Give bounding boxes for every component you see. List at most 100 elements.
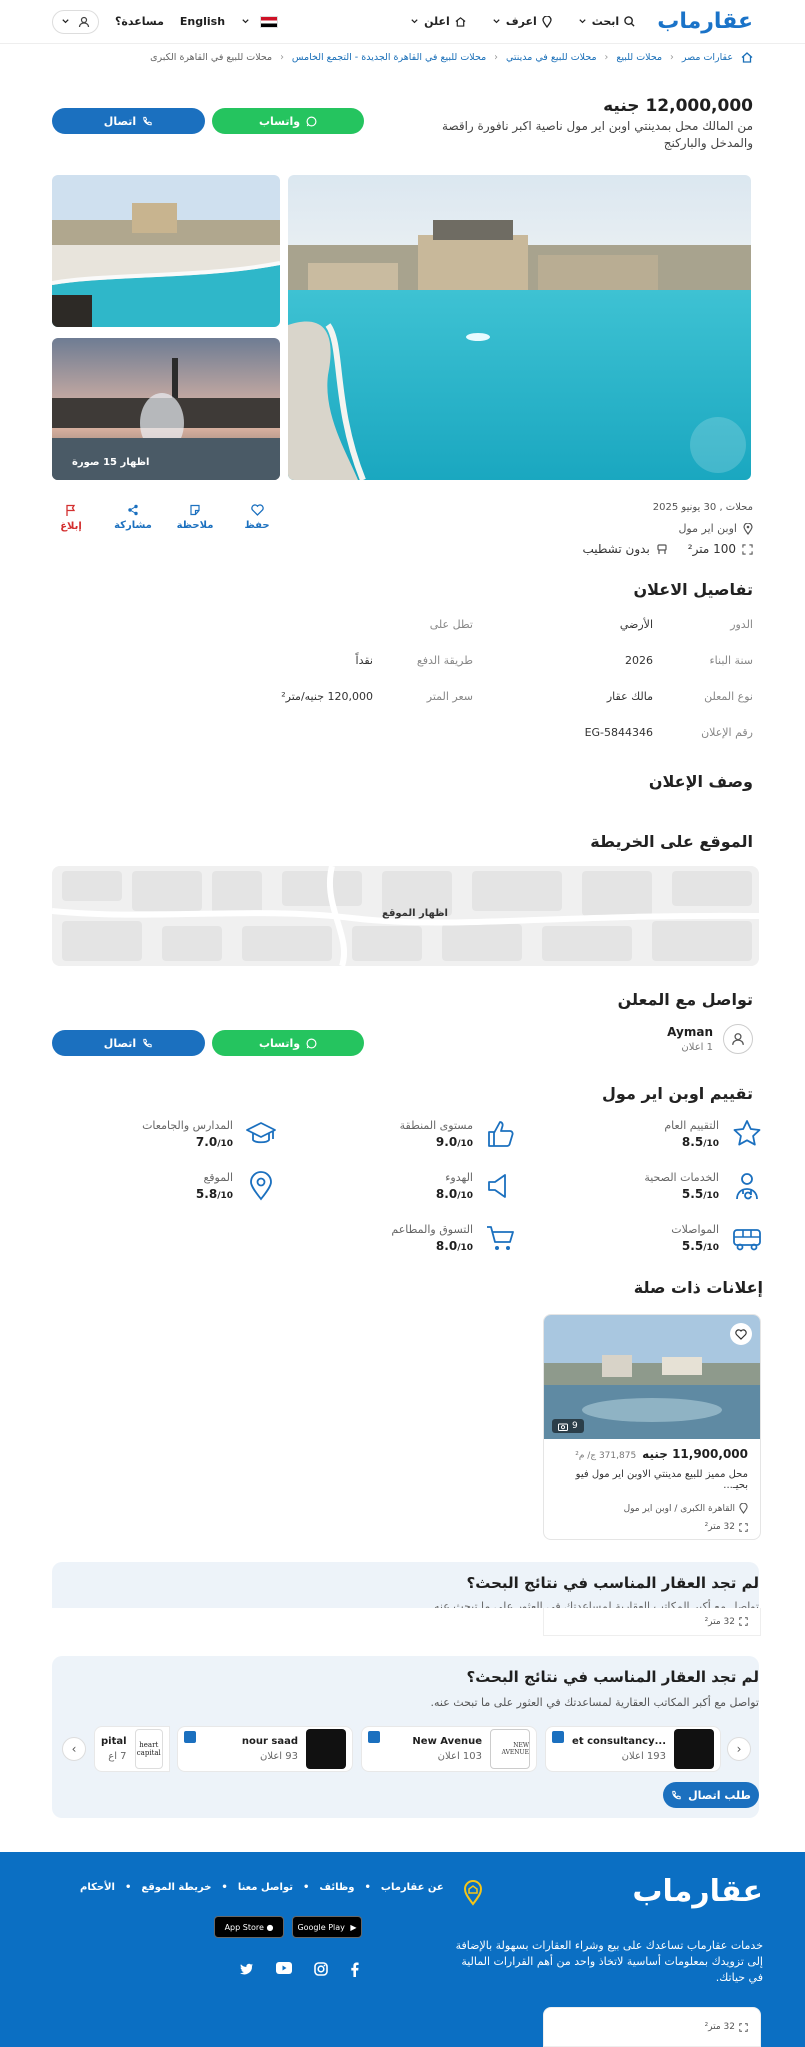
- area-icon: [739, 1617, 748, 1626]
- language-switch[interactable]: English: [180, 15, 225, 28]
- twitter-icon[interactable]: [240, 1962, 254, 1976]
- doctor-icon: [736, 1173, 758, 1200]
- contact-whatsapp-button[interactable]: واتساب: [212, 1030, 364, 1056]
- call-label: اتصال: [103, 114, 137, 128]
- agency-card[interactable]: heart capital pital 7 اع: [94, 1726, 170, 1772]
- details-row: سنة البناء 2026 طريقة الدفع نقداً: [193, 654, 753, 667]
- graduation-cap-icon: [246, 1122, 276, 1144]
- footer-link[interactable]: وظائف: [319, 1882, 354, 1893]
- nav-learn[interactable]: اعرف: [492, 15, 552, 28]
- call-button[interactable]: اتصال: [52, 108, 205, 134]
- breadcrumb-item[interactable]: محلات للبيع: [616, 52, 662, 63]
- carousel-next-button[interactable]: ›: [727, 1737, 751, 1761]
- details-row: نوع المعلن مالك عقار سعر المتر 120,000 ج…: [193, 690, 753, 703]
- carousel-prev-button[interactable]: ‹: [62, 1737, 86, 1761]
- agency-name: pital: [101, 1736, 127, 1747]
- agency-card[interactable]: nour saad 93 اعلان: [177, 1726, 353, 1772]
- checkbox-checked-icon[interactable]: [184, 1731, 196, 1743]
- rating-label: المواصلات: [671, 1223, 719, 1236]
- checkbox-checked-icon[interactable]: [552, 1731, 564, 1743]
- favorite-button[interactable]: [730, 1323, 752, 1345]
- description-heading: وصف الإعلان: [648, 772, 753, 791]
- footer-logo[interactable]: عقارماب: [632, 1874, 763, 1909]
- breadcrumb-item[interactable]: عقارات مصر: [682, 52, 733, 63]
- rating-score: 5.8/10: [196, 1187, 233, 1201]
- rating-score: 5.5/10: [671, 1239, 719, 1253]
- google-play-badge[interactable]: ▶ Google Play: [292, 1916, 362, 1938]
- detail-value: 2026: [625, 654, 653, 667]
- site-footer: عقارماب خدمات عقارماب تساعدك على بيع وشر…: [0, 1852, 805, 2047]
- map-preview[interactable]: اظهار الموقع: [52, 866, 759, 966]
- phone-icon: [672, 1790, 681, 1799]
- agency-card[interactable]: ...et consultancy 193 اعلان: [545, 1726, 721, 1772]
- user-menu[interactable]: [52, 9, 99, 34]
- breadcrumb-item[interactable]: محلات للبيع في القاهرة الجديدة - التجمع …: [292, 52, 486, 63]
- card-title: محل مميز للبيع مدينتي الاوبن اير مول فيو…: [575, 1469, 748, 1491]
- footer-links: عن عقارماب • وظائف • تواصل معنا • خريطة الم…: [80, 1882, 444, 1893]
- help-link[interactable]: مساعدة؟: [115, 15, 164, 28]
- photo-count: 9: [572, 1421, 578, 1431]
- report-button[interactable]: إبلاغ: [52, 504, 90, 532]
- site-logo[interactable]: عقارماب: [657, 9, 753, 34]
- chevron-left-icon: ‹: [604, 52, 609, 63]
- listing-features: 100 متر² بدون تشطيب: [582, 542, 753, 556]
- avatar: [723, 1024, 753, 1054]
- rating-score: 5.5/10: [644, 1187, 719, 1201]
- related-listing-card[interactable]: 9 11,900,000 جنيه 371,875 ج/ م² محل مميز…: [543, 1314, 761, 1540]
- agency-logo: [674, 1729, 714, 1769]
- whatsapp-icon: [306, 116, 317, 126]
- save-button[interactable]: حفظ: [238, 504, 276, 532]
- home-icon: [455, 17, 466, 27]
- listing-price: 12,000,000 جنيه: [603, 96, 753, 116]
- agency-name: ...et consultancy: [572, 1736, 666, 1747]
- chevron-left-icon: ‹: [494, 52, 498, 63]
- banner-title: لم تجد العقار المناسب في نتائج البحث؟: [466, 1668, 759, 1686]
- country-selector[interactable]: [241, 15, 279, 28]
- nav-advertise[interactable]: اعلن: [410, 15, 466, 28]
- detail-key: سعر المتر: [426, 690, 473, 703]
- detail-value: EG-5844346: [584, 726, 653, 739]
- share-label: مشاركة: [114, 520, 152, 531]
- report-label: إبلاغ: [60, 521, 82, 532]
- app-store-badge[interactable]: ● App Store: [214, 1916, 284, 1938]
- detail-value: 120,000 جنيه/متر²: [281, 690, 373, 703]
- related-heading: إعلانات ذات صلة: [633, 1278, 763, 1297]
- thumbs-up-icon: [488, 1121, 514, 1147]
- whatsapp-button[interactable]: واتساب: [212, 108, 364, 134]
- nav-search[interactable]: ابحث: [578, 15, 635, 28]
- show-location-button[interactable]: اظهار الموقع: [382, 908, 448, 919]
- rating-value: 8.0: [435, 1239, 458, 1253]
- agency-logo: [306, 1729, 346, 1769]
- show-photos-link[interactable]: اظهار 15 صورة: [72, 457, 149, 468]
- checkbox-checked-icon[interactable]: [368, 1731, 380, 1743]
- rating-out-of: /10: [457, 1243, 473, 1253]
- agency-card[interactable]: NEW AVENUE New Avenue 103 اعلان: [361, 1726, 537, 1772]
- youtube-icon[interactable]: [276, 1962, 292, 1974]
- footer-link[interactable]: عن عقارماب: [381, 1882, 444, 1893]
- rating-score: 8.0/10: [391, 1239, 473, 1253]
- request-call-button[interactable]: طلب اتصال: [663, 1782, 759, 1808]
- detail-value: مالك عقار: [606, 690, 653, 703]
- instagram-icon[interactable]: [314, 1962, 328, 1976]
- side-photo-1[interactable]: [52, 175, 280, 327]
- note-button[interactable]: ملاحظة: [176, 504, 214, 532]
- side-photo-2[interactable]: اظهار 15 صورة: [52, 338, 280, 480]
- footer-link[interactable]: الأحكام: [80, 1882, 115, 1893]
- paint-roller-icon: [657, 543, 667, 554]
- banner-partial-title: لم تجد العقار المناسب في نتائج البحث؟: [466, 1574, 759, 1592]
- footer-link[interactable]: خريطة الموقع: [141, 1882, 211, 1893]
- detail-key: رقم الإعلان: [701, 726, 753, 739]
- listing-area: 100 متر²: [687, 542, 736, 556]
- play-icon: ▶: [350, 1922, 357, 1932]
- home-icon[interactable]: [741, 52, 753, 63]
- breadcrumb-item[interactable]: محلات للبيع في مدينتي: [506, 52, 597, 63]
- main-photo[interactable]: [288, 175, 751, 480]
- share-button[interactable]: مشاركة: [114, 504, 152, 532]
- pin-icon: [250, 1171, 272, 1201]
- rating-out-of: /10: [217, 1191, 233, 1201]
- contact-call-button[interactable]: اتصال: [52, 1030, 205, 1056]
- facebook-icon[interactable]: [350, 1962, 359, 1977]
- rating-out-of: /10: [457, 1139, 473, 1149]
- bus-icon: [733, 1229, 761, 1251]
- footer-link[interactable]: تواصل معنا: [238, 1882, 293, 1893]
